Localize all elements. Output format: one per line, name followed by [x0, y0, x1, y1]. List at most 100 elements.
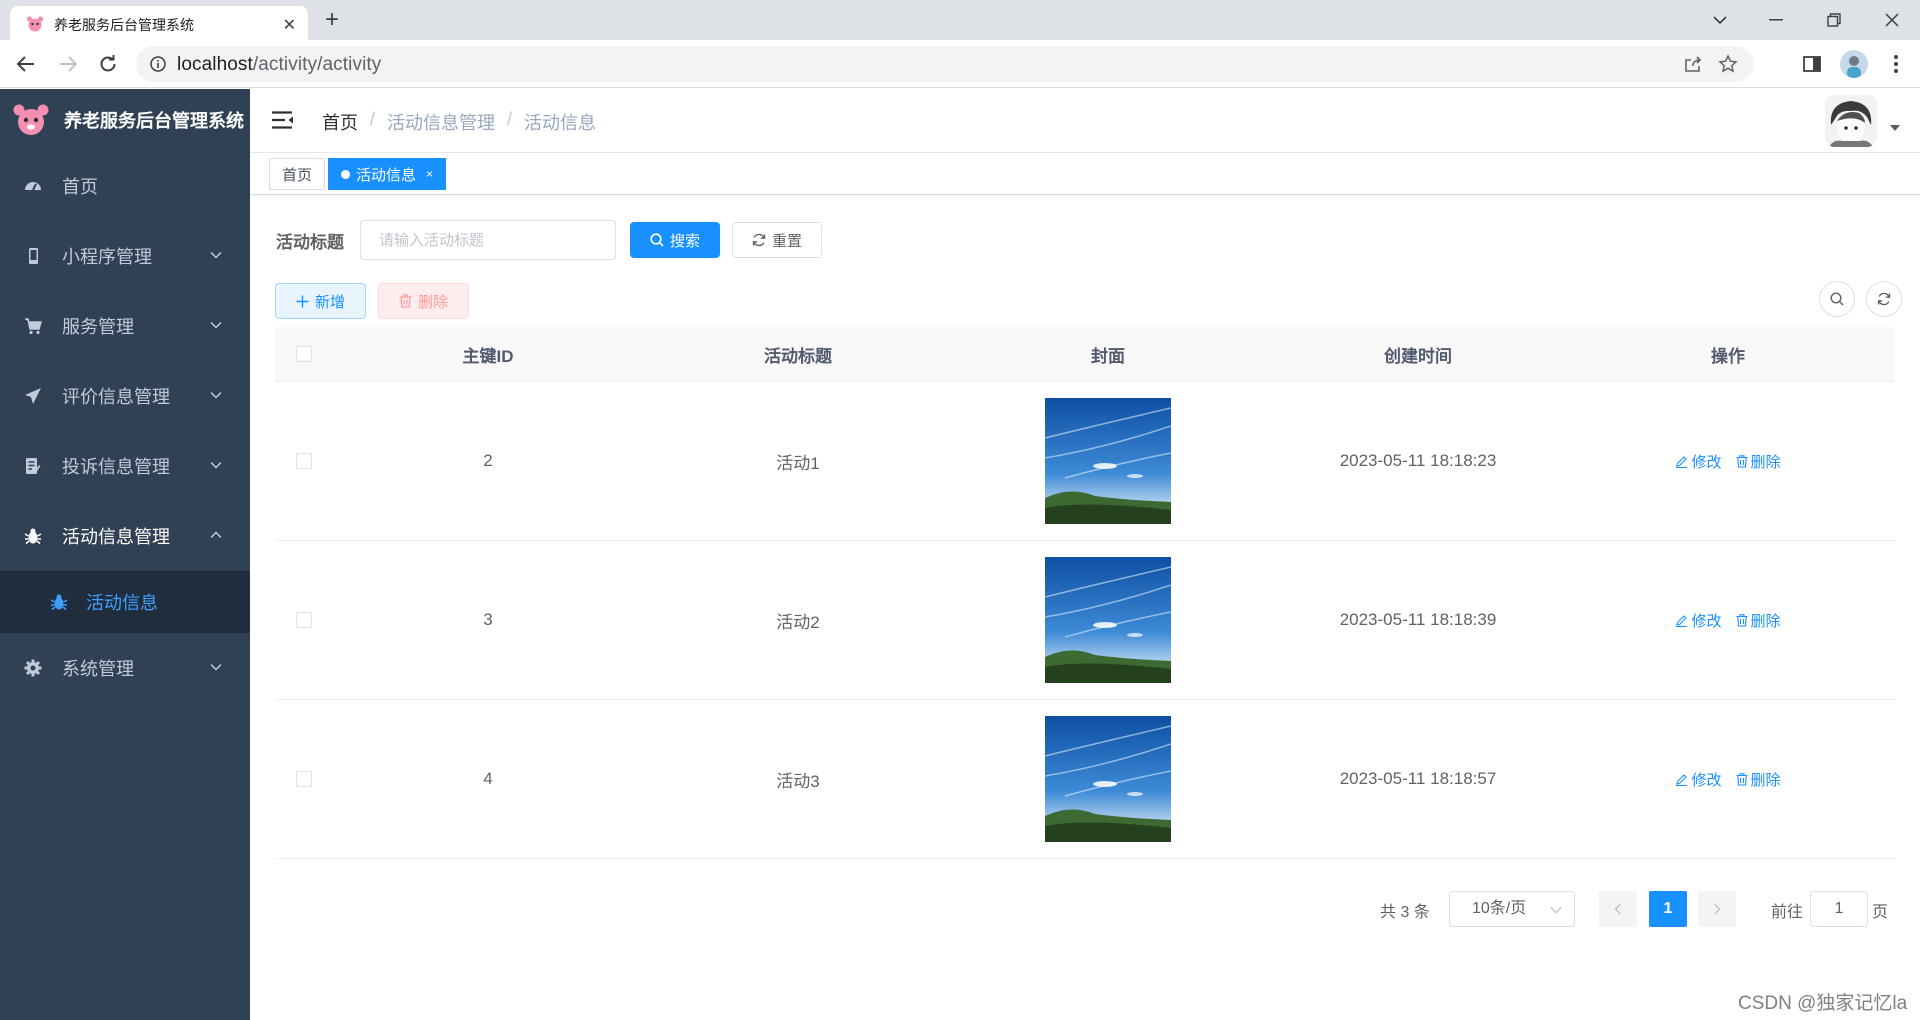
- chevron-down-icon: [210, 321, 222, 329]
- edit-label: 修改: [1691, 453, 1722, 471]
- breadcrumb-item[interactable]: 首页: [322, 109, 358, 135]
- goto-page-input[interactable]: 1: [1810, 891, 1868, 927]
- breadcrumb-separator: /: [370, 109, 376, 129]
- toggle-search-button[interactable]: [1819, 281, 1855, 317]
- breadcrumb-item: 活动信息: [524, 113, 597, 133]
- select-all-checkbox[interactable]: [296, 346, 312, 362]
- edit-label: 修改: [1691, 771, 1722, 789]
- edit-icon: [1675, 455, 1688, 468]
- forward-icon[interactable]: [56, 52, 80, 76]
- profile-avatar-icon[interactable]: [1840, 50, 1868, 78]
- cell-actions: 修改 删除: [1573, 541, 1883, 699]
- caret-down-icon[interactable]: [1890, 125, 1900, 131]
- batch-delete-button[interactable]: 删除: [378, 283, 469, 319]
- sidebar-item-service[interactable]: 服务管理: [0, 291, 250, 361]
- url-text: localhost/activity/activity: [177, 54, 382, 75]
- sidebar-item-activity-info[interactable]: 活动信息: [0, 571, 250, 633]
- edit-link[interactable]: 修改: [1675, 451, 1722, 472]
- trash-icon: [1736, 772, 1748, 786]
- sidebar-item-label: 投诉信息管理: [62, 457, 170, 477]
- page-size-select[interactable]: 10条/页: [1449, 891, 1575, 927]
- address-bar[interactable]: localhost/activity/activity: [136, 46, 1754, 82]
- tab-search-icon[interactable]: [1692, 0, 1748, 40]
- bookmark-star-icon[interactable]: [1718, 54, 1738, 74]
- cell-id: 3: [483, 610, 493, 629]
- reset-button[interactable]: 重置: [732, 222, 822, 258]
- chevron-down-icon: [210, 391, 222, 399]
- row-select-cell: [275, 541, 333, 699]
- column-header-id: 主键ID: [462, 346, 514, 366]
- sidebar-item-label: 活动信息: [86, 593, 158, 613]
- reset-button-label: 重置: [771, 232, 802, 250]
- tag-activity-info[interactable]: 活动信息 ×: [328, 158, 447, 190]
- side-panel-icon[interactable]: [1800, 52, 1824, 76]
- add-button[interactable]: 新增: [275, 283, 366, 319]
- browser-tab-title: 养老服务后台管理系统: [54, 17, 194, 33]
- user-avatar[interactable]: [1825, 95, 1877, 147]
- row-checkbox[interactable]: [296, 453, 312, 469]
- sidebar-item-activity[interactable]: 活动信息管理: [0, 501, 250, 571]
- cell-cover: [953, 541, 1263, 699]
- bug-icon: [50, 593, 68, 611]
- cover-image[interactable]: [1045, 398, 1171, 524]
- browser-menu-icon[interactable]: [1884, 52, 1908, 76]
- reload-icon[interactable]: [96, 52, 120, 76]
- row-checkbox[interactable]: [296, 612, 312, 628]
- sidebar-item-system[interactable]: 系统管理: [0, 633, 250, 703]
- new-tab-button[interactable]: +: [325, 6, 339, 34]
- delete-link[interactable]: 删除: [1736, 610, 1781, 631]
- restore-icon[interactable]: [1806, 0, 1862, 40]
- delete-link[interactable]: 删除: [1736, 769, 1781, 790]
- column-header-title: 活动标题: [764, 346, 832, 366]
- app-logo-icon: [12, 103, 50, 137]
- site-info-icon[interactable]: [150, 56, 166, 72]
- refresh-table-button[interactable]: [1866, 281, 1902, 317]
- sidebar-item-miniprogram[interactable]: 小程序管理: [0, 221, 250, 291]
- sidebar-logo[interactable]: 养老服务后台管理系统: [0, 89, 250, 151]
- close-tab-icon[interactable]: ✕: [283, 15, 296, 35]
- next-page-button[interactable]: [1698, 891, 1736, 927]
- close-tag-icon[interactable]: ×: [426, 167, 433, 181]
- cell-title: 活动1: [776, 453, 820, 473]
- cover-image[interactable]: [1045, 716, 1171, 842]
- cell-actions: 修改 删除: [1573, 700, 1883, 858]
- browser-tab[interactable]: 养老服务后台管理系统 ✕: [10, 6, 308, 40]
- activity-title-input[interactable]: [360, 220, 616, 260]
- tag-label: 活动信息: [356, 166, 417, 184]
- goto-prefix: 前往: [1771, 904, 1804, 921]
- row-checkbox[interactable]: [296, 771, 312, 787]
- refresh-icon: [1877, 292, 1891, 306]
- hamburger-menu-icon[interactable]: [272, 111, 294, 129]
- chevron-down-icon: [210, 251, 222, 259]
- table-row: 3 活动2 2023-05-11 18:18:39 修改 删除: [275, 541, 1895, 700]
- share-icon[interactable]: [1684, 55, 1702, 73]
- app-title: 养老服务后台管理系统: [64, 111, 244, 131]
- close-window-icon[interactable]: [1864, 0, 1920, 40]
- cell-title: 活动2: [776, 612, 820, 632]
- sidebar: 养老服务后台管理系统 首页 小程序管理 服务管理 评价信息管理 投诉信息管理 活…: [0, 89, 250, 1020]
- edit-link[interactable]: 修改: [1675, 610, 1722, 631]
- column-header-created: 创建时间: [1384, 346, 1452, 366]
- prev-page-button[interactable]: [1599, 891, 1637, 927]
- edit-link[interactable]: 修改: [1675, 769, 1722, 790]
- sidebar-item-label: 评价信息管理: [62, 387, 170, 407]
- column-header-actions: 操作: [1711, 346, 1745, 366]
- cell-cover: [953, 700, 1263, 858]
- sidebar-item-complaint[interactable]: 投诉信息管理: [0, 431, 250, 501]
- search-button[interactable]: 搜索: [630, 222, 720, 258]
- delete-link[interactable]: 删除: [1736, 451, 1781, 472]
- trash-icon: [1736, 454, 1748, 468]
- breadcrumb-separator: /: [507, 109, 513, 129]
- minimize-icon[interactable]: [1748, 0, 1804, 40]
- page-button-current[interactable]: 1: [1649, 891, 1687, 927]
- tag-home[interactable]: 首页: [269, 158, 326, 190]
- chevron-down-icon: [210, 461, 222, 469]
- chevron-down-icon: [210, 663, 222, 671]
- edit-icon: [1675, 614, 1688, 627]
- back-icon[interactable]: [14, 52, 38, 76]
- edit-label: 修改: [1691, 612, 1722, 630]
- cover-image[interactable]: [1045, 557, 1171, 683]
- sidebar-item-home[interactable]: 首页: [0, 151, 250, 221]
- sidebar-item-evaluation[interactable]: 评价信息管理: [0, 361, 250, 431]
- cell-created: 2023-05-11 18:18:23: [1339, 451, 1497, 470]
